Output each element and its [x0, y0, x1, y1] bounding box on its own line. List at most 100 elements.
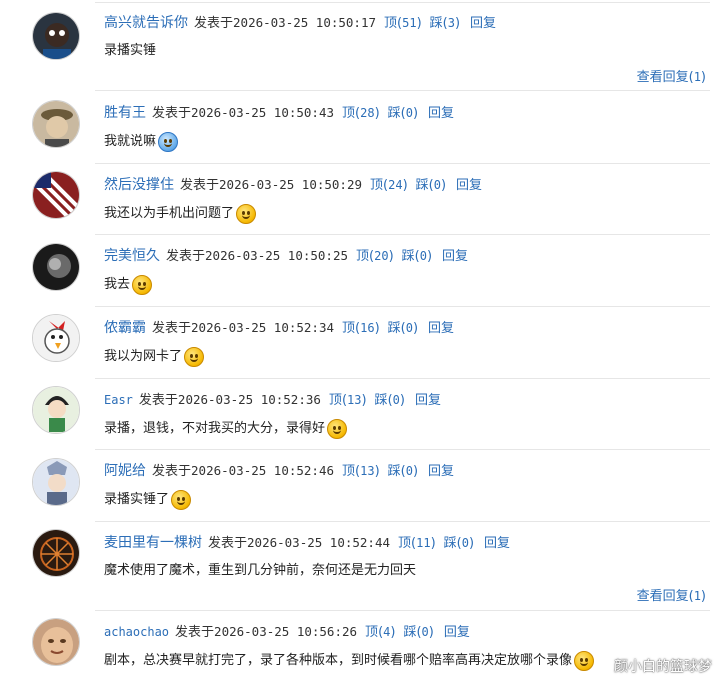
comment-text: 魔术使用了魔术，重生到几分钟前，奈何还是无力回天: [104, 563, 417, 578]
sweat-face-emoji: [171, 490, 192, 510]
comment-divider: [95, 163, 710, 164]
comment-divider: [95, 306, 710, 307]
downvote-link[interactable]: 踩(0): [403, 625, 433, 640]
downvote-link[interactable]: 踩(0): [444, 536, 474, 551]
view-replies-link[interactable]: 查看回复(1): [637, 66, 706, 85]
comment-divider: [95, 234, 710, 235]
username-link[interactable]: achaochao: [104, 625, 169, 639]
comment-text: 录播，退钱，不对我买的大分，录得好: [104, 418, 348, 440]
shocked-face-emoji: [132, 275, 153, 295]
upvote-link[interactable]: 顶(28): [342, 106, 380, 121]
reply-link[interactable]: 回复: [456, 178, 482, 193]
reply-link[interactable]: 回复: [415, 393, 441, 408]
reply-link[interactable]: 回复: [484, 536, 510, 551]
comment-divider: [95, 90, 710, 91]
posted-label: 发表于: [138, 393, 178, 408]
upvote-link[interactable]: 顶(16): [342, 321, 380, 336]
comment-meta: 胜有王 发表于2026-03-25 10:50:43 顶(28) 踩(0) 回复: [104, 104, 454, 123]
timestamp: 2026-03-25 10:50:25: [205, 248, 349, 263]
comment-divider: [95, 521, 710, 522]
view-replies-link[interactable]: 查看回复(1): [637, 585, 706, 604]
timestamp: 2026-03-25 10:52:34: [191, 320, 335, 335]
username-link[interactable]: 阿妮给: [104, 463, 146, 479]
comment-text: 我去: [104, 274, 153, 296]
username-link[interactable]: 高兴就告诉你: [104, 15, 188, 31]
upvote-link[interactable]: 顶(51): [384, 16, 422, 31]
reply-link[interactable]: 回复: [428, 464, 454, 479]
user-avatar[interactable]: [32, 314, 80, 362]
comment-divider: [95, 449, 710, 450]
comment-meta: 侬霸霸 发表于2026-03-25 10:52:34 顶(16) 踩(0) 回复: [104, 319, 454, 338]
downvote-link[interactable]: 踩(0): [388, 106, 418, 121]
downvote-link[interactable]: 踩(0): [388, 321, 418, 336]
timestamp: 2026-03-25 10:52:44: [247, 535, 391, 550]
top-divider: [95, 2, 710, 3]
posted-label: 发表于: [152, 321, 192, 336]
laughing-face-emoji: [184, 347, 205, 367]
reply-link[interactable]: 回复: [444, 625, 470, 640]
upvote-link[interactable]: 顶(4): [365, 625, 395, 640]
downvote-link[interactable]: 踩(3): [430, 16, 460, 31]
grinning-face-emoji: [327, 419, 348, 439]
posted-label: 发表于: [152, 106, 192, 121]
user-avatar[interactable]: [32, 243, 80, 291]
posted-label: 发表于: [166, 249, 206, 264]
crying-face-emoji: [158, 132, 179, 152]
posted-label: 发表于: [180, 178, 220, 193]
reply-link[interactable]: 回复: [428, 321, 454, 336]
comment-meta: Easr 发表于2026-03-25 10:52:36 顶(13) 踩(0) 回复: [104, 391, 441, 410]
upvote-link[interactable]: 顶(20): [356, 249, 394, 264]
comment-meta: 阿妮给 发表于2026-03-25 10:52:46 顶(13) 踩(0) 回复: [104, 462, 454, 481]
comment-text: 我就说嘛: [104, 131, 179, 153]
user-avatar[interactable]: [32, 12, 80, 60]
comment-meta: 然后没撑住 发表于2026-03-25 10:50:29 顶(24) 踩(0) 回复: [104, 176, 482, 195]
posted-label: 发表于: [175, 625, 215, 640]
comment-text: 剧本，总决赛早就打完了，录了各种版本，到时候看哪个赔率高再决定放哪个录像: [104, 650, 595, 672]
comment-text: 我以为网卡了: [104, 346, 205, 368]
comment-text: 我还以为手机出问题了: [104, 203, 257, 225]
timestamp: 2026-03-25 10:50:43: [191, 105, 335, 120]
upvote-link[interactable]: 顶(13): [342, 464, 380, 479]
posted-label: 发表于: [194, 16, 234, 31]
user-avatar[interactable]: [32, 618, 80, 666]
user-avatar[interactable]: [32, 386, 80, 434]
timestamp: 2026-03-25 10:52:46: [191, 463, 335, 478]
username-link[interactable]: Easr: [104, 393, 133, 407]
comment-divider: [95, 610, 710, 611]
comment-meta: achaochao 发表于2026-03-25 10:56:26 顶(4) 踩(0) 回…: [104, 623, 470, 642]
posted-label: 发表于: [208, 536, 248, 551]
comment-meta: 高兴就告诉你 发表于2026-03-25 10:50:17 顶(51) 踩(3) 回复: [104, 14, 496, 33]
comment-divider: [95, 378, 710, 379]
comment-meta: 麦田里有一棵树 发表于2026-03-25 10:52:44 顶(11) 踩(0) 回复: [104, 534, 510, 553]
comment-meta: 完美恒久 发表于2026-03-25 10:50:25 顶(20) 踩(0) 回复: [104, 247, 468, 266]
cat-face-emoji: [236, 204, 257, 224]
downvote-link[interactable]: 踩(0): [416, 178, 446, 193]
upvote-link[interactable]: 顶(13): [329, 393, 367, 408]
username-link[interactable]: 胜有王: [104, 105, 146, 121]
reply-link[interactable]: 回复: [470, 16, 496, 31]
username-link[interactable]: 侬霸霸: [104, 320, 146, 336]
timestamp: 2026-03-25 10:52:36: [177, 392, 321, 407]
timestamp: 2026-03-25 10:50:17: [233, 15, 377, 30]
upvote-link[interactable]: 顶(11): [398, 536, 436, 551]
upvote-link[interactable]: 顶(24): [370, 178, 408, 193]
username-link[interactable]: 然后没撑住: [104, 177, 174, 193]
user-avatar[interactable]: [32, 458, 80, 506]
downvote-link[interactable]: 踩(0): [388, 464, 418, 479]
comment-text: 录播实锤了: [104, 489, 192, 511]
reply-link[interactable]: 回复: [428, 106, 454, 121]
watermark: 颜小白的篮球梦: [614, 659, 712, 675]
smile-face-emoji: [574, 651, 595, 671]
user-avatar[interactable]: [32, 529, 80, 577]
user-avatar[interactable]: [32, 100, 80, 148]
username-link[interactable]: 麦田里有一棵树: [104, 535, 202, 551]
reply-link[interactable]: 回复: [442, 249, 468, 264]
posted-label: 发表于: [152, 464, 192, 479]
downvote-link[interactable]: 踩(0): [402, 249, 432, 264]
user-avatar[interactable]: [32, 171, 80, 219]
comment-text: 录播实锤: [104, 43, 157, 58]
timestamp: 2026-03-25 10:50:29: [219, 177, 363, 192]
downvote-link[interactable]: 踩(0): [375, 393, 405, 408]
username-link[interactable]: 完美恒久: [104, 248, 160, 264]
timestamp: 2026-03-25 10:56:26: [214, 624, 358, 639]
